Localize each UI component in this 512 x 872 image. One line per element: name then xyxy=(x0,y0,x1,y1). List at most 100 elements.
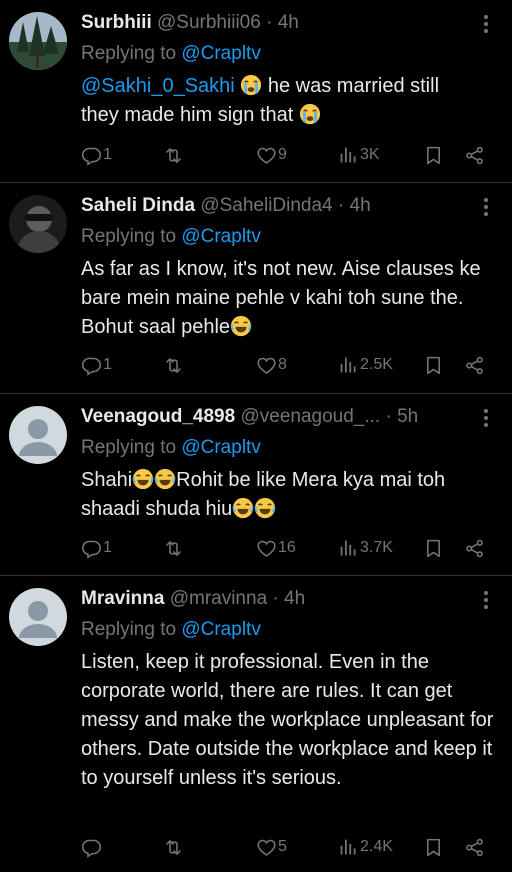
tweet-header: Surbhiii @Surbhiii06 · 4h xyxy=(81,10,472,36)
reply-count: 1 xyxy=(103,356,112,373)
heart-icon xyxy=(256,145,277,166)
avatar[interactable] xyxy=(9,588,67,646)
retweet-button[interactable] xyxy=(163,143,185,167)
reply-button[interactable]: 1 xyxy=(81,353,112,377)
share-button[interactable] xyxy=(464,835,485,859)
default-avatar-icon xyxy=(9,588,67,646)
tweet-actions: 1 9 3K xyxy=(81,143,502,167)
more-options-icon[interactable] xyxy=(474,588,498,612)
replying-to: Replying to @Crapltv xyxy=(81,41,261,67)
tweet-text-part: Shahi xyxy=(81,469,133,491)
tweet-text-part: they made him sign that xyxy=(81,104,299,126)
more-options-icon[interactable] xyxy=(474,12,498,36)
replying-to: Replying to @Crapltv xyxy=(81,617,261,643)
timestamp[interactable]: 4h xyxy=(350,195,371,216)
replying-to-link[interactable]: @Crapltv xyxy=(181,43,260,64)
share-icon xyxy=(464,837,485,858)
display-name[interactable]: Veenagoud_4898 xyxy=(81,406,235,427)
heart-icon xyxy=(256,837,277,858)
replying-to-link[interactable]: @Crapltv xyxy=(181,619,260,640)
timestamp[interactable]: 4h xyxy=(284,588,305,609)
separator-dot: · xyxy=(266,12,273,33)
tweet-actions: 1 16 3.7K xyxy=(81,536,502,560)
display-name[interactable]: Surbhiii xyxy=(81,12,152,33)
replying-to-link[interactable]: @Crapltv xyxy=(181,226,260,247)
user-handle[interactable]: @veenagoud_... xyxy=(240,406,380,427)
view-count: 2.4K xyxy=(360,838,393,855)
reply-icon xyxy=(81,355,102,376)
tweet-text: @Sakhi_0_Sakhi he was married still they… xyxy=(81,72,500,130)
reply-button[interactable]: 1 xyxy=(81,536,112,560)
retweet-button[interactable] xyxy=(163,835,185,859)
tweet-text: Shahi Rohit be like Mera kya mai toh shaa… xyxy=(81,466,500,524)
like-button[interactable]: 16 xyxy=(256,536,296,560)
like-count: 8 xyxy=(278,356,287,373)
face-with-tears-of-joy-icon xyxy=(232,497,254,519)
tree-photo-icon xyxy=(9,12,67,70)
retweet-button[interactable] xyxy=(163,536,185,560)
separator-dot: · xyxy=(385,406,392,427)
bookmark-button[interactable] xyxy=(423,143,444,167)
bookmark-button[interactable] xyxy=(423,835,444,859)
reply-icon xyxy=(81,538,102,559)
views-button[interactable]: 3.7K xyxy=(338,536,393,560)
heart-icon xyxy=(256,538,277,559)
heart-icon xyxy=(256,355,277,376)
loudly-crying-face-icon xyxy=(299,103,321,125)
bookmark-icon xyxy=(423,538,444,559)
user-handle[interactable]: @Surbhiii06 xyxy=(157,12,261,33)
reply-feed: Surbhiii @Surbhiii06 · 4h Replying to @C… xyxy=(0,0,512,872)
user-handle[interactable]: @mravinna xyxy=(170,588,267,609)
view-count: 3K xyxy=(360,146,380,163)
retweet-button[interactable] xyxy=(163,353,185,377)
bookmark-button[interactable] xyxy=(423,353,444,377)
display-name[interactable]: Saheli Dinda xyxy=(81,195,195,216)
avatar[interactable] xyxy=(9,12,67,70)
reply-icon xyxy=(81,145,102,166)
timestamp[interactable]: 4h xyxy=(278,12,299,33)
views-button[interactable]: 2.4K xyxy=(338,835,393,859)
reply-button[interactable] xyxy=(81,835,103,859)
tweet[interactable]: Mravinna @mravinna · 4h Replying to @Cra… xyxy=(0,576,512,872)
replying-to-label: Replying to xyxy=(81,437,182,458)
replying-to-label: Replying to xyxy=(81,226,182,247)
like-count: 9 xyxy=(278,146,287,163)
tweet[interactable]: Surbhiii @Surbhiii06 · 4h Replying to @C… xyxy=(0,0,512,183)
user-handle[interactable]: @SaheliDinda4 xyxy=(200,195,332,216)
replying-to-link[interactable]: @Crapltv xyxy=(181,437,260,458)
mention-link[interactable]: @Sakhi_0_Sakhi xyxy=(81,75,235,97)
tweet-text-part: he was married still xyxy=(262,75,440,97)
share-icon xyxy=(464,538,485,559)
views-button[interactable]: 2.5K xyxy=(338,353,393,377)
bookmark-button[interactable] xyxy=(423,536,444,560)
share-button[interactable] xyxy=(464,353,485,377)
display-name[interactable]: Mravinna xyxy=(81,588,164,609)
views-button[interactable]: 3K xyxy=(338,143,380,167)
views-icon xyxy=(338,837,359,858)
avatar[interactable] xyxy=(9,195,67,253)
separator-dot: · xyxy=(272,588,279,609)
like-count: 16 xyxy=(278,539,296,556)
tweet-header: Mravinna @mravinna · 4h xyxy=(81,586,472,612)
timestamp[interactable]: 5h xyxy=(397,406,418,427)
like-button[interactable]: 8 xyxy=(256,353,287,377)
bookmark-icon xyxy=(423,145,444,166)
tweet-text: Listen, keep it professional. Even in th… xyxy=(81,648,500,793)
replying-to-label: Replying to xyxy=(81,43,182,64)
avatar[interactable] xyxy=(9,406,67,464)
reply-count: 1 xyxy=(103,539,112,556)
like-button[interactable]: 9 xyxy=(256,143,287,167)
tweet-header: Saheli Dinda @SaheliDinda4 · 4h xyxy=(81,193,472,219)
tweet[interactable]: Veenagoud_4898 @veenagoud_... · 5h Reply… xyxy=(0,394,512,576)
tweet-actions: 1 8 2.5K xyxy=(81,353,502,377)
more-options-icon[interactable] xyxy=(474,195,498,219)
face-with-tears-of-joy-icon xyxy=(230,315,252,337)
more-options-icon[interactable] xyxy=(474,406,498,430)
share-button[interactable] xyxy=(464,143,485,167)
like-button[interactable]: 5 xyxy=(256,835,287,859)
reply-button[interactable]: 1 xyxy=(81,143,112,167)
retweet-icon xyxy=(163,145,184,166)
like-count: 5 xyxy=(278,838,287,855)
share-button[interactable] xyxy=(464,536,485,560)
tweet[interactable]: Saheli Dinda @SaheliDinda4 · 4h Replying… xyxy=(0,183,512,394)
